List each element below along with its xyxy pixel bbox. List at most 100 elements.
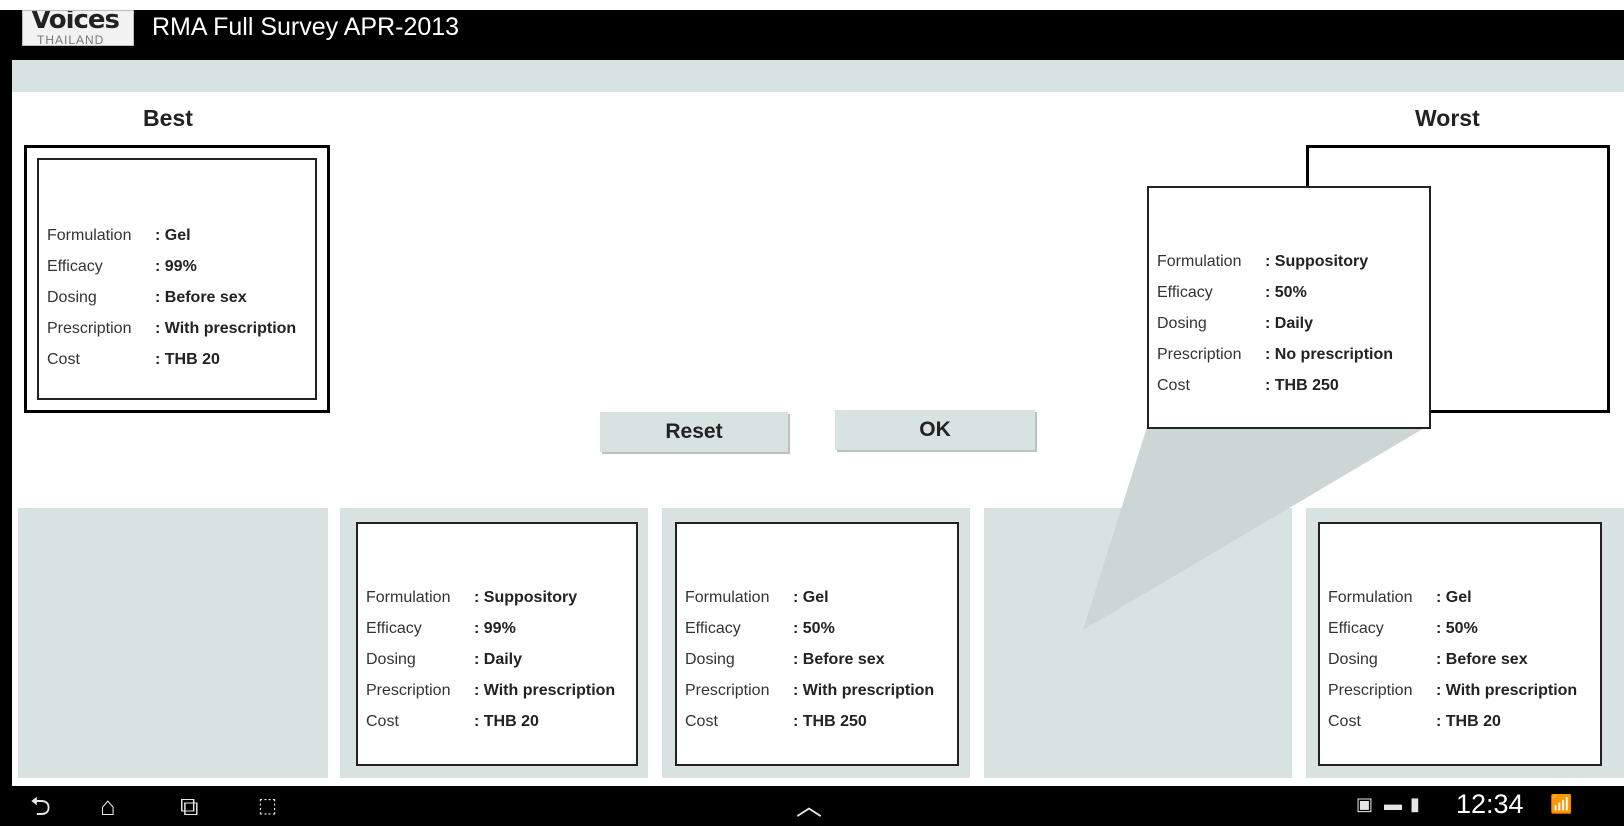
card-tile-1[interactable] bbox=[18, 508, 328, 778]
dosing-value: : Daily bbox=[474, 650, 523, 668]
formulation-value: : Suppository bbox=[1265, 252, 1369, 270]
cost-value: : THB 250 bbox=[1265, 376, 1339, 394]
sub-header-bar bbox=[12, 60, 1624, 92]
wifi-icon: 📶 bbox=[1550, 794, 1573, 814]
cost-value: : THB 20 bbox=[474, 712, 539, 730]
card-row-formulation: Formulation: Suppository bbox=[1157, 246, 1429, 277]
card-row-cost: Cost : THB 250 bbox=[1157, 370, 1429, 401]
dosing-label: Dosing bbox=[366, 650, 416, 668]
card-tile-3[interactable]: Formulation : Gel Efficacy: 50% Dosing : B… bbox=[662, 508, 970, 778]
prescription-value: : With prescription bbox=[1436, 681, 1578, 699]
dragging-card[interactable]: Formulation: Suppository Efficacy : 50% D… bbox=[1147, 186, 1431, 429]
card-row-prescription: Prescription : With prescription bbox=[366, 675, 636, 706]
formulation-label: Formulation bbox=[47, 226, 132, 244]
efficacy-value: : 50% bbox=[1436, 619, 1478, 637]
card-row-formulation: Formulation : Gel bbox=[47, 220, 315, 251]
dosing-value: : Daily bbox=[1265, 314, 1314, 332]
card-row-prescription: Prescription : With prescription bbox=[685, 675, 957, 706]
cost-label: Cost bbox=[366, 712, 399, 730]
formulation-label: Formulation bbox=[685, 588, 770, 606]
card-row-dosing: Dosing : Before sex bbox=[1328, 644, 1600, 675]
cost-label: Cost bbox=[47, 350, 80, 368]
dosing-label: Dosing bbox=[685, 650, 735, 668]
dosing-label: Dosing bbox=[1157, 314, 1207, 332]
chevron-up-icon[interactable]: ︿ bbox=[796, 786, 822, 826]
formulation-value: : Gel bbox=[793, 588, 829, 606]
dosing-value: : Before sex bbox=[793, 650, 885, 668]
formulation-label: Formulation bbox=[1328, 588, 1413, 606]
dosing-value: : Before sex bbox=[1436, 650, 1528, 668]
ok-button[interactable]: OK bbox=[835, 410, 1035, 450]
card-row-efficacy: Efficacy : 50% bbox=[1157, 277, 1429, 308]
voices-logo: Voices THAILAND bbox=[22, 10, 134, 46]
prescription-value: : No prescription bbox=[1265, 345, 1394, 363]
prescription-value: : With prescription bbox=[474, 681, 616, 699]
card-row-dosing: Dosing : Daily bbox=[366, 644, 636, 675]
card-row-efficacy: Efficacy : 50% bbox=[1328, 613, 1600, 644]
best-drop-slot[interactable]: Formulation : Gel Efficacy : 99% Dosing : B… bbox=[24, 145, 330, 413]
card-row-formulation: Formulation : Gel bbox=[1328, 582, 1600, 613]
cost-value: : THB 20 bbox=[1436, 712, 1501, 730]
cost-value: : THB 250 bbox=[793, 712, 867, 730]
logo-subtext: THAILAND bbox=[37, 33, 105, 46]
reset-button[interactable]: Reset bbox=[600, 412, 788, 452]
formulation-value: : Suppository bbox=[474, 588, 578, 606]
formulation-label: Formulation bbox=[366, 588, 451, 606]
card-row-cost: Cost : THB 20 bbox=[1328, 706, 1600, 737]
card-row-dosing: Dosing : Daily bbox=[1157, 308, 1429, 339]
best-label: Best bbox=[143, 105, 193, 131]
app-title: RMA Full Survey APR-2013 bbox=[152, 13, 460, 41]
efficacy-label: Efficacy bbox=[1157, 283, 1213, 301]
title-bar: Voices THAILAND RMA Full Survey APR-2013 bbox=[0, 10, 1624, 60]
cost-label: Cost bbox=[1328, 712, 1361, 730]
prescription-value: : With prescription bbox=[155, 319, 297, 337]
card-row-cost: Cost : THB 20 bbox=[47, 344, 315, 375]
prescription-label: Prescription bbox=[1157, 345, 1242, 363]
card-tile-2[interactable]: Formulation : Suppository Efficacy : 99% D… bbox=[340, 508, 648, 778]
card-row-efficacy: Efficacy: 50% bbox=[685, 613, 957, 644]
cost-label: Cost bbox=[1157, 376, 1190, 394]
gallery-icon: ▣ bbox=[1356, 794, 1374, 814]
logo-text: Voices bbox=[31, 10, 120, 35]
efficacy-value: : 50% bbox=[1265, 283, 1307, 301]
efficacy-label: Efficacy bbox=[47, 257, 103, 275]
card-row-cost: Cost : THB 20 bbox=[366, 706, 636, 737]
home-icon[interactable]: ⌂ bbox=[100, 786, 116, 826]
formulation-value: : Gel bbox=[1436, 588, 1472, 606]
option-card[interactable]: Formulation : Gel Efficacy: 50% Dosing : B… bbox=[675, 522, 959, 766]
worst-label: Worst bbox=[1415, 105, 1480, 131]
formulation-value: : Gel bbox=[155, 226, 191, 244]
best-card[interactable]: Formulation : Gel Efficacy : 99% Dosing : B… bbox=[37, 158, 317, 400]
efficacy-value: : 99% bbox=[474, 619, 516, 637]
efficacy-label: Efficacy bbox=[1328, 619, 1384, 637]
prescription-label: Prescription bbox=[366, 681, 451, 699]
status-time: 12:34 bbox=[1456, 789, 1524, 819]
efficacy-value: : 99% bbox=[155, 257, 197, 275]
cost-value: : THB 20 bbox=[155, 350, 220, 368]
card-row-prescription: Prescription : With prescription bbox=[47, 313, 315, 344]
screenshot-icon[interactable]: ⬚ bbox=[258, 786, 277, 826]
dosing-label: Dosing bbox=[47, 288, 97, 306]
option-card[interactable]: Formulation : Gel Efficacy : 50% Dosing : B… bbox=[1318, 522, 1602, 766]
efficacy-label: Efficacy bbox=[685, 619, 741, 637]
card-row-formulation: Formulation : Gel bbox=[685, 582, 957, 613]
card-tile-5[interactable]: Formulation : Gel Efficacy : 50% Dosing : B… bbox=[1306, 508, 1624, 778]
card-row-dosing: Dosing : Before sex bbox=[685, 644, 957, 675]
option-card[interactable]: Formulation : Suppository Efficacy : 99% D… bbox=[356, 522, 638, 766]
card-row-efficacy: Efficacy : 99% bbox=[366, 613, 636, 644]
efficacy-label: Efficacy bbox=[366, 619, 422, 637]
card-row-prescription: Prescription: With prescription bbox=[1328, 675, 1600, 706]
left-edge bbox=[0, 10, 12, 786]
card-tile-4[interactable] bbox=[984, 508, 1292, 778]
prescription-value: : With prescription bbox=[793, 681, 935, 699]
dosing-label: Dosing bbox=[1328, 650, 1378, 668]
recent-apps-icon[interactable]: ⧉ bbox=[180, 786, 199, 826]
back-icon[interactable]: ⮌ bbox=[30, 786, 51, 826]
prescription-label: Prescription bbox=[685, 681, 770, 699]
card-row-cost: Cost : THB 250 bbox=[685, 706, 957, 737]
dosing-value: : Before sex bbox=[155, 288, 247, 306]
prescription-label: Prescription bbox=[47, 319, 132, 337]
card-row-prescription: Prescription : No prescription bbox=[1157, 339, 1429, 370]
cost-label: Cost bbox=[685, 712, 718, 730]
card-row-efficacy: Efficacy : 99% bbox=[47, 251, 315, 282]
